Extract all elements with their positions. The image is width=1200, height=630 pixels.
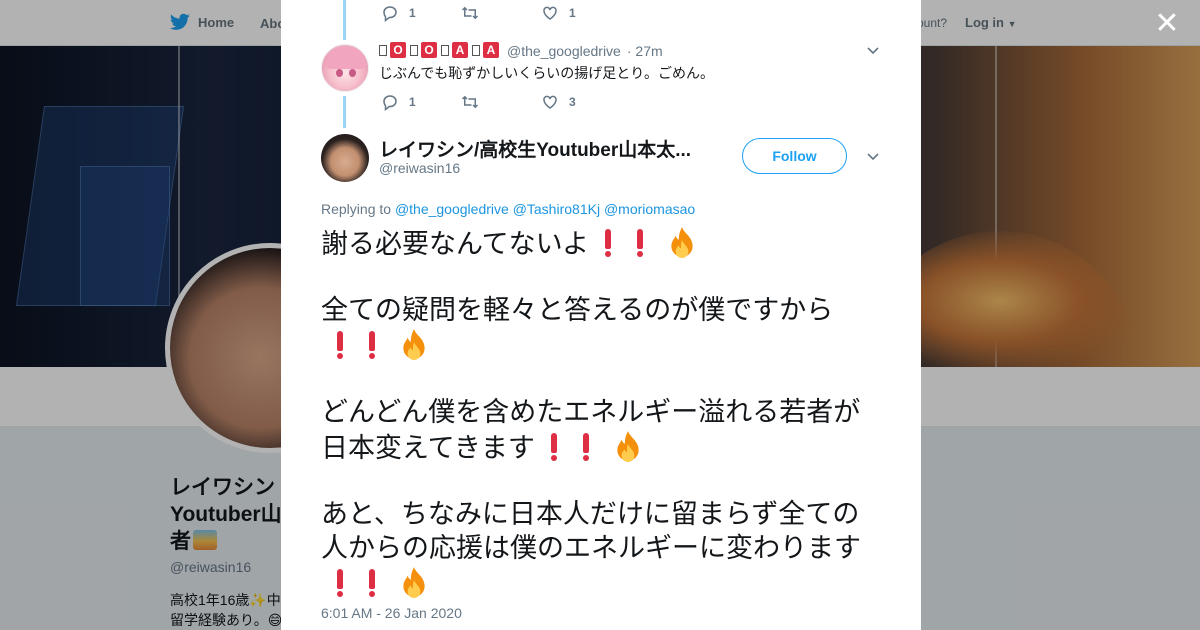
like-count: 1: [569, 6, 576, 20]
exclamation-emoji-icon: [549, 433, 559, 461]
tweet-paragraph: あと、ちなみに日本人だけに留まらず全ての人からの応援は僕のエネルギーに変わります: [321, 497, 886, 601]
tweet-timestamp[interactable]: 6:01 AM - 26 Jan 2020: [321, 605, 462, 621]
tweet-paragraph: どんどん僕を含めたエネルギー溢れる若者が日本変えてきます: [321, 397, 861, 463]
tweet-modal: 1 1 O O A A @the_googledrive · 27m じぶんでも…: [281, 0, 921, 630]
replying-to-line: Replying to @the_googledrive @Tashiro81K…: [321, 201, 695, 217]
tweet-paragraph: 謝る必要なんてないよ: [321, 225, 886, 261]
exclamation-emoji-icon: [335, 569, 345, 597]
tweet-paragraph: 全ての疑問を軽々と答えるのが僕ですから: [321, 293, 886, 363]
follow-button[interactable]: Follow: [742, 138, 847, 174]
reply-author-name[interactable]: O O A A: [379, 42, 501, 58]
a-button-emoji-icon: A: [452, 42, 468, 58]
close-icon[interactable]: ✕: [1152, 9, 1182, 40]
reply-tweet-text: じぶんでも恥ずかしいくらいの揚げ足とり。ごめん。: [379, 65, 715, 81]
retweet-button[interactable]: [461, 4, 541, 22]
main-author-name[interactable]: レイワシン/高校生Youtuber山本太...: [379, 135, 691, 162]
reply-button[interactable]: 1: [381, 4, 461, 22]
like-count: 3: [569, 95, 576, 109]
o-button-emoji-icon: O: [390, 42, 406, 58]
reply-button[interactable]: 1: [381, 93, 461, 111]
exclamation-emoji-icon: [367, 331, 377, 359]
reply-count: 1: [409, 6, 416, 20]
like-icon: [543, 95, 557, 109]
exclamation-emoji-icon: [635, 229, 645, 257]
fire-emoji-icon: [617, 431, 639, 462]
prev-tweet-actions: 1 1: [381, 4, 621, 22]
like-button[interactable]: 1: [541, 4, 621, 22]
main-author-avatar[interactable]: [321, 134, 369, 182]
fire-emoji-icon: [671, 227, 693, 258]
like-icon: [543, 6, 557, 20]
like-button[interactable]: 3: [541, 93, 621, 111]
main-tweet-text: 謝る必要なんてないよ 全ての疑問を軽々と答えるのが僕ですから どんどん僕を含めた…: [321, 225, 886, 630]
reply-timestamp[interactable]: · 27m: [627, 43, 663, 59]
retweet-icon: [461, 6, 479, 20]
reply-count: 1: [409, 95, 416, 109]
mention-link[interactable]: @Tashiro81Kj: [513, 201, 600, 217]
exclamation-emoji-icon: [335, 331, 345, 359]
reply-author-avatar[interactable]: [321, 44, 369, 92]
a-button-emoji-icon: A: [483, 42, 499, 58]
exclamation-emoji-icon: [367, 569, 377, 597]
main-author-handle[interactable]: @reiwasin16: [379, 160, 460, 176]
mention-link[interactable]: @moriomasao: [604, 201, 695, 217]
chevron-down-icon[interactable]: [866, 150, 880, 164]
reply-icon: [383, 95, 397, 111]
reply-tweet-actions: 1 3: [381, 93, 621, 111]
o-button-emoji-icon: O: [421, 42, 437, 58]
thread-connector: [343, 0, 346, 40]
chevron-down-icon[interactable]: [866, 44, 880, 58]
exclamation-emoji-icon: [603, 229, 613, 257]
retweet-button[interactable]: [461, 93, 541, 111]
reply-tweet-header: O O A A @the_googledrive · 27m: [379, 42, 663, 59]
retweet-icon: [461, 95, 479, 109]
reply-icon: [383, 6, 397, 22]
replying-prefix: Replying to: [321, 201, 392, 217]
exclamation-emoji-icon: [581, 433, 591, 461]
reply-author-handle[interactable]: @the_googledrive: [507, 43, 621, 59]
fire-emoji-icon: [403, 567, 425, 598]
thread-connector: [343, 96, 346, 128]
mention-link[interactable]: @the_googledrive: [395, 201, 509, 217]
fire-emoji-icon: [403, 329, 425, 360]
